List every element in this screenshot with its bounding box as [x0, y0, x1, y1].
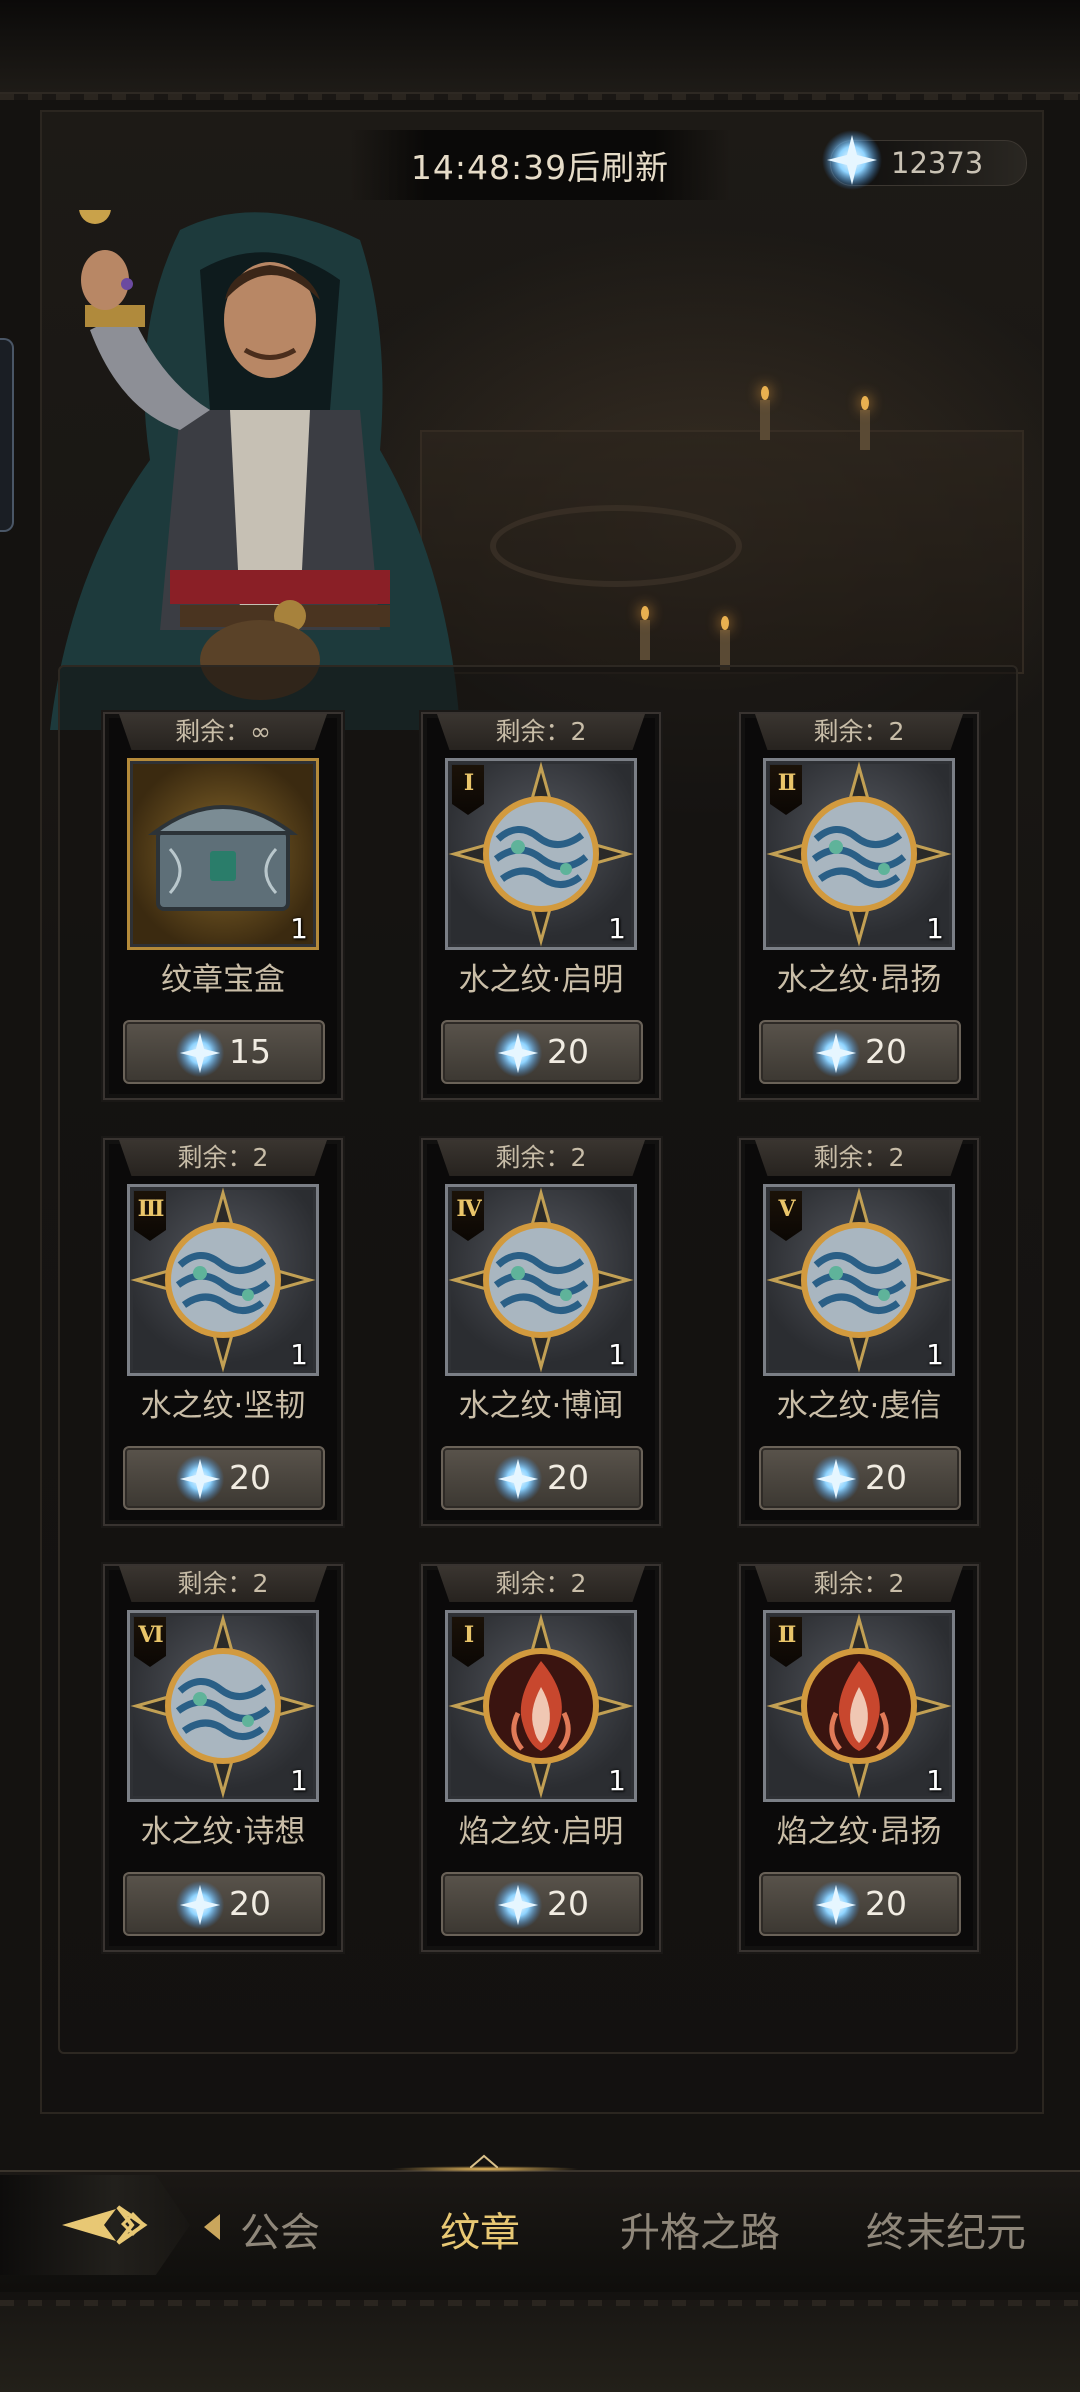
blue-crystal-icon [822, 130, 882, 190]
currency-amount: 12373 [891, 146, 984, 180]
blue-crystal-icon [493, 1454, 543, 1504]
shop-item-card[interactable]: 剩余：2 V 1 水之纹·虔信 20 [739, 1138, 979, 1526]
remaining-stock-label: 剩余：2 [119, 1566, 327, 1602]
blue-crystal-icon [493, 1028, 543, 1078]
item-name: 焰之纹·启明 [458, 1814, 624, 1850]
buy-price-button[interactable]: 20 [441, 1446, 643, 1510]
remaining-stock-label: 剩余：2 [119, 1140, 327, 1176]
shop-item-card[interactable]: 剩余：2 I 1 焰之纹·启明 20 [421, 1564, 661, 1952]
tab-guild[interactable]: 公会 [240, 2200, 320, 2258]
price-value: 20 [547, 1884, 589, 1923]
shop-item-card[interactable]: 剩余：2 II 1 水之纹·昂扬 20 [739, 712, 979, 1100]
buy-price-button[interactable]: 20 [123, 1872, 325, 1936]
refresh-timer: 14:48:39后刷新 [350, 130, 730, 200]
item-quantity: 1 [290, 1764, 308, 1797]
buy-price-button[interactable]: 20 [441, 1872, 643, 1936]
remaining-stock-label: 剩余：2 [755, 1140, 963, 1176]
candle [640, 606, 650, 660]
item-quantity: 1 [926, 912, 944, 945]
item-quantity: 1 [290, 1338, 308, 1371]
item-icon-slot[interactable]: VI 1 [127, 1610, 319, 1802]
item-icon-slot[interactable]: I1 [445, 758, 637, 950]
item-quantity: 1 [290, 912, 308, 945]
tab-emblem[interactable]: 纹章 [440, 2200, 520, 2258]
emblem-chest-icon [148, 805, 298, 911]
remaining-stock-label: 剩余：2 [437, 1140, 645, 1176]
buy-price-button[interactable]: 20 [759, 1872, 961, 1936]
blue-crystal-icon [811, 1880, 861, 1930]
price-value: 20 [865, 1458, 907, 1497]
price-value: 20 [547, 1032, 589, 1071]
item-icon-slot[interactable]: II 1 [763, 1610, 955, 1802]
item-icon-slot[interactable]: III 1 [127, 1184, 319, 1376]
item-quantity: 1 [608, 1764, 626, 1797]
item-icon-slot[interactable]: IV 1 [445, 1184, 637, 1376]
price-value: 20 [865, 1032, 907, 1071]
buy-price-button[interactable]: 20 [123, 1446, 325, 1510]
blue-crystal-icon [811, 1454, 861, 1504]
price-value: 15 [229, 1032, 271, 1071]
back-button[interactable] [0, 2175, 190, 2275]
item-name: 水之纹·虔信 [776, 1388, 942, 1424]
item-name: 水之纹·博闻 [458, 1388, 624, 1424]
item-name: 水之纹·坚韧 [140, 1388, 306, 1424]
price-value: 20 [229, 1458, 271, 1497]
remaining-stock-label: 剩余：∞ [119, 714, 327, 750]
shop-item-card[interactable]: 剩余：∞ 1 纹章宝盒 15 [103, 712, 343, 1100]
tab-ascension-road[interactable]: 升格之路 [620, 2200, 780, 2258]
buy-price-button[interactable]: 20 [759, 1446, 961, 1510]
item-icon-slot[interactable]: II 1 [763, 758, 955, 950]
item-name: 纹章宝盒 [161, 962, 285, 998]
buy-price-button[interactable]: 15 [123, 1020, 325, 1084]
item-name: 水之纹·启明 [458, 962, 624, 998]
blue-crystal-icon [493, 1880, 543, 1930]
remaining-stock-label: 剩余：2 [437, 1566, 645, 1602]
back-arrow-icon [62, 2205, 148, 2245]
shop-item-card[interactable]: 剩余：2 IV 1 水之纹·博闻 20 [421, 1138, 661, 1526]
currency-display[interactable]: 12373 [822, 130, 1027, 190]
item-name: 水之纹·诗想 [140, 1814, 306, 1850]
buy-price-button[interactable]: 20 [759, 1020, 961, 1084]
item-icon-slot[interactable]: V1 [763, 1184, 955, 1376]
item-quantity: 1 [926, 1764, 944, 1797]
candle [720, 616, 730, 670]
candle [760, 386, 770, 440]
merchant-character [50, 210, 460, 730]
price-value: 20 [229, 1884, 271, 1923]
blue-crystal-icon [175, 1880, 225, 1930]
shop-item-card[interactable]: 剩余：2 II 1 焰之纹·昂扬 20 [739, 1564, 979, 1952]
item-icon-slot[interactable]: I1 [445, 1610, 637, 1802]
bottom-frame [0, 2300, 1080, 2392]
nav-left-chevron-icon[interactable] [200, 2212, 222, 2242]
buy-price-button[interactable]: 20 [441, 1020, 643, 1084]
blue-crystal-icon [175, 1028, 225, 1078]
shop-item-card[interactable]: 剩余：2 III 1 水之纹·坚韧 20 [103, 1138, 343, 1526]
chandelier [490, 505, 742, 587]
item-name: 焰之纹·昂扬 [776, 1814, 942, 1850]
tab-final-era[interactable]: 终末纪元 [866, 2200, 1026, 2258]
shop-item-card[interactable]: 剩余：2 I 1 水之纹·启明 20 [421, 712, 661, 1100]
blue-crystal-icon [811, 1028, 861, 1078]
item-name: 水之纹·昂扬 [776, 962, 942, 998]
blue-crystal-icon [175, 1454, 225, 1504]
item-quantity: 1 [608, 912, 626, 945]
remaining-stock-label: 剩余：2 [437, 714, 645, 750]
active-tab-caret-icon [470, 2154, 498, 2168]
item-quantity: 1 [926, 1338, 944, 1371]
shop-item-card[interactable]: 剩余：2 VI 1 水之纹·诗想 20 [103, 1564, 343, 1952]
item-quantity: 1 [608, 1338, 626, 1371]
top-frame [0, 0, 1080, 100]
price-value: 20 [865, 1884, 907, 1923]
remaining-stock-label: 剩余：2 [755, 714, 963, 750]
remaining-stock-label: 剩余：2 [755, 1566, 963, 1602]
candle [860, 396, 870, 450]
price-value: 20 [547, 1458, 589, 1497]
item-icon-slot[interactable]: 1 [127, 758, 319, 950]
